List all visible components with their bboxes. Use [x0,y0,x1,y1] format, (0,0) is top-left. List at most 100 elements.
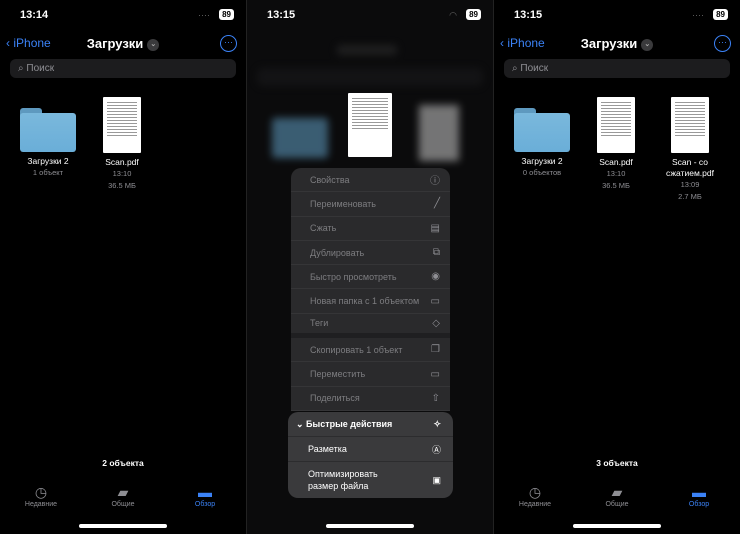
folder-badge-plus-icon: ▭ [430,295,440,307]
menu-item[interactable]: Скопировать 1 объект ❐ [291,338,450,363]
compress-doc-icon: ▣ [432,475,441,485]
file-item[interactable]: Scan - со сжатием.pdf 13:09 2.7 МБ [653,97,727,203]
cellular-signal-icon: ···· [692,10,704,20]
battery-indicator: 89 [219,9,234,20]
file-item[interactable]: Scan.pdf 13:10 36.5 МБ [85,97,159,192]
home-indicator [573,524,661,528]
pdf-thumbnail [597,97,635,153]
shared-folder-icon: ▰ [117,484,129,500]
menu-item[interactable]: Теги ◇ [291,314,450,339]
eye-icon: ◉ [431,271,440,283]
page-title[interactable]: Загрузки ⌄ [494,36,740,51]
more-options-button[interactable]: ··· [714,35,731,52]
menu-item[interactable]: Переименовать ╱ [291,192,450,217]
file-meta: 0 объектов [522,168,562,177]
menu-item[interactable]: Переместить ▭ [291,362,450,387]
title-text: Загрузки [86,36,144,51]
screen-before: 13:14 ···· 89 ‹ iPhone Загрузки ⌄ ··· ⌕ Поиск За… [0,0,246,534]
item-count: 2 объекта [102,458,144,468]
menu-item-label: Быстро просмотреть [310,271,397,282]
menu-item-label: Поделиться [310,393,360,404]
quick-actions-label: Быстрые действия [306,418,393,429]
chevron-down-icon[interactable]: ⌄ [641,38,654,51]
context-menu: Свойства ⓘ Переименовать ╱ Сжать ▤ Дублировать… [291,168,450,411]
battery-indicator: 89 [713,9,728,20]
tab-clock[interactable]: ◷ Недавние [11,484,71,508]
chevron-down-icon: ⌄ [296,418,307,429]
file-name: Загрузки 2 [27,156,69,166]
menu-item-label: Скопировать 1 объект [310,344,403,355]
menu-item[interactable]: Быстро просмотреть ◉ [291,265,450,290]
search-input[interactable]: ⌕ Поиск [504,59,730,78]
menu-item[interactable]: Поделиться ⇧ [291,387,450,411]
search-input[interactable]: ⌕ Поиск [10,59,236,78]
file-meta: 1 объект [32,168,64,177]
tab-bar: ◷ Недавние ▰ Общие ▬ Обзор [0,484,246,508]
file-size: 2.7 МБ [678,192,702,201]
file-name: Scan.pdf [105,157,139,167]
search-placeholder: Поиск [520,63,549,74]
title-text: Загрузки [580,36,638,51]
search-placeholder: Поиск [26,63,55,74]
file-name: Загрузки 2 [521,156,563,166]
tab-clock[interactable]: ◷ Недавние [505,484,565,508]
tab-label: Недавние [518,501,552,508]
file-size: 36.5 МБ [108,181,136,190]
tab-shared-folder[interactable]: ▰ Общие [93,484,153,508]
tab-folder[interactable]: ▬ Обзор [175,484,235,508]
chevron-down-icon[interactable]: ⌄ [147,38,160,51]
file-item[interactable]: Загрузки 2 1 объект [11,97,85,179]
tab-folder[interactable]: ▬ Обзор [669,484,729,508]
file-meta: 13:10 [606,169,626,178]
file-name: Scan - со сжатием.pdf [666,157,714,178]
menu-item[interactable]: Новая папка с 1 объектом ▭ [291,289,450,314]
copy-icon: ❐ [431,344,440,356]
pdf-thumbnail [103,97,141,153]
wifi-icon: ◠ [449,10,457,20]
tab-shared-folder[interactable]: ▰ Общие [587,484,647,508]
battery-indicator: 89 [466,9,481,20]
folder-icon [20,108,76,152]
file-meta: 13:09 [680,180,700,189]
menu-item[interactable]: Сжать ▤ [291,217,450,241]
menu-item-label: Сжать [310,223,337,234]
menu-item-label: Новая папка с 1 объектом [310,296,420,307]
share-icon: ⇧ [431,392,440,404]
file-item[interactable]: Загрузки 2 0 объектов [505,97,579,179]
shared-folder-icon: ▰ [611,484,623,500]
pdf-thumbnail [671,97,709,153]
markup-icon: Ⓐ [431,444,441,455]
file-size: 36.5 МБ [602,181,630,190]
home-indicator [326,524,414,528]
menu-item[interactable]: Дублировать ⧉ [291,241,450,266]
folder-icon [514,108,570,152]
info-icon: ⓘ [430,176,440,188]
folder-icon: ▬ [692,484,706,500]
page-title[interactable]: Загрузки ⌄ [0,36,246,51]
menu-item-label: Дублировать [310,247,365,258]
quick-action-item[interactable]: Оптимизировать размер файла ▣ [288,462,453,498]
tab-label: Общие [111,501,135,508]
status-time: 13:14 [20,9,49,21]
file-item[interactable]: Scan.pdf 13:10 36.5 МБ [579,97,653,192]
menu-item-label: Теги [310,318,329,329]
tab-label: Обзор [688,501,710,508]
home-indicator [79,524,167,528]
quick-action-label: Разметка [308,444,347,454]
screen-context-menu: 13:15 ◠ 89 Свойства ⓘ Переименовать ╱ Сжать ▤… [247,0,493,534]
folder-icon: ▭ [430,368,440,380]
quick-action-item[interactable]: Разметка Ⓐ [288,437,453,462]
more-options-button[interactable]: ··· [220,35,237,52]
menu-item-label: Свойства [310,174,350,185]
tab-label: Общие [605,501,629,508]
status-time: 13:15 [514,9,543,21]
selected-file-thumbnail [348,93,392,157]
sparkles-icon: ✧ [433,418,441,429]
quick-actions-header[interactable]: ⌄ Быстрые действия ✧ [288,412,453,437]
pencil-icon: ╱ [433,198,440,210]
menu-item[interactable]: Свойства ⓘ [291,168,450,193]
item-count: 3 объекта [596,458,638,468]
menu-item-label: Переместить [310,369,366,380]
clock-icon: ◷ [528,484,542,500]
duplicate-icon: ⧉ [432,247,440,259]
